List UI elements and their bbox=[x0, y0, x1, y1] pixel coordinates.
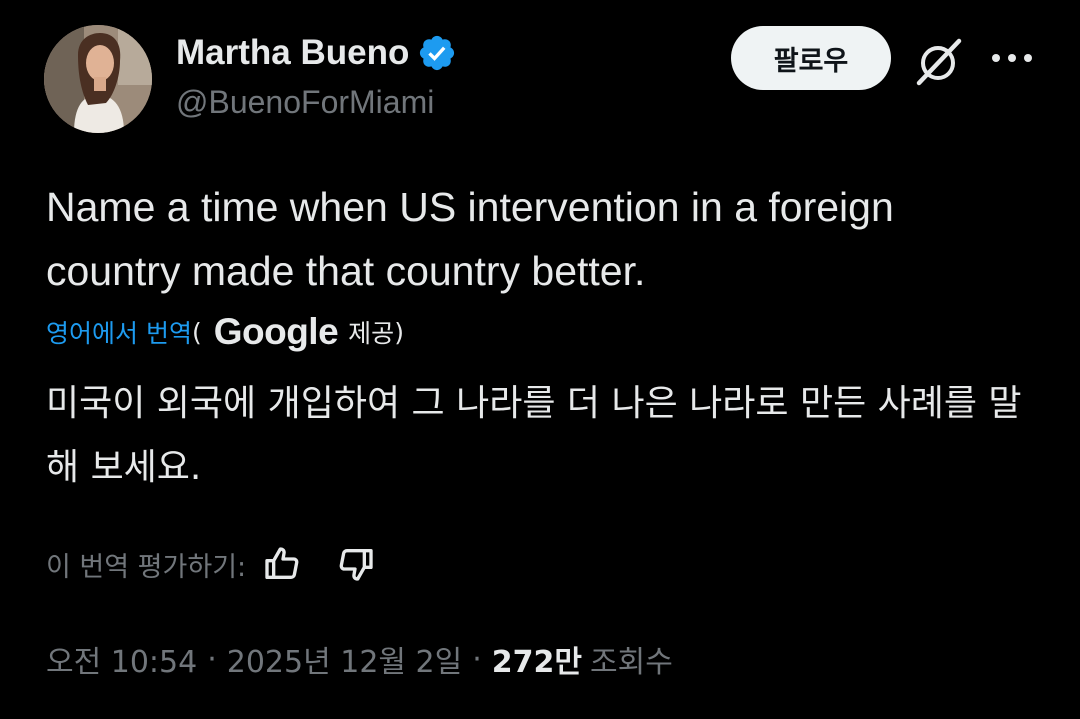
rate-translation-row: 이 번역 평가하기: bbox=[46, 540, 376, 588]
translated-text: 미국이 외국에 개입하여 그 나라를 더 나은 나라로 만든 사례를 말해 보세… bbox=[46, 383, 1022, 488]
grok-icon[interactable] bbox=[911, 35, 965, 89]
separator: · bbox=[472, 641, 482, 677]
tweet-date[interactable]: 2025년 12월 2일 bbox=[227, 637, 462, 681]
paren-open: ( bbox=[191, 317, 202, 347]
thumbs-up-icon[interactable] bbox=[262, 544, 302, 584]
translation-attribution: 영어에서 번역 ( Google 제공 ) bbox=[46, 308, 404, 356]
avatar-image bbox=[44, 25, 152, 133]
author-name[interactable]: Martha Bueno bbox=[176, 33, 409, 73]
author-handle[interactable]: @BuenoForMiami bbox=[176, 84, 434, 121]
author-name-row[interactable]: Martha Bueno bbox=[176, 30, 457, 76]
more-icon[interactable] bbox=[990, 50, 1034, 66]
follow-button[interactable]: 팔로우 bbox=[731, 26, 891, 90]
views-count: 272만 bbox=[491, 645, 583, 680]
paren-close: ) bbox=[394, 317, 404, 347]
separator: · bbox=[207, 641, 217, 677]
verified-badge-icon bbox=[420, 35, 455, 71]
tweet-meta: 오전 10:54 · 2025년 12월 2일 · 272만 조회수 bbox=[46, 635, 673, 683]
thumbs-down-icon[interactable] bbox=[336, 544, 376, 584]
translated-from-link[interactable]: 영어에서 번역 bbox=[46, 314, 192, 350]
tweet-text: Name a time when US intervention in a fo… bbox=[46, 184, 894, 294]
avatar[interactable] bbox=[44, 25, 152, 133]
tweet-time[interactable]: 오전 10:54 bbox=[46, 637, 197, 681]
rate-translation-label: 이 번역 평가하기: bbox=[46, 551, 247, 583]
provided-label: 제공 bbox=[348, 319, 395, 348]
google-logo: Google bbox=[213, 311, 339, 352]
views-label: 조회수 bbox=[590, 645, 673, 680]
